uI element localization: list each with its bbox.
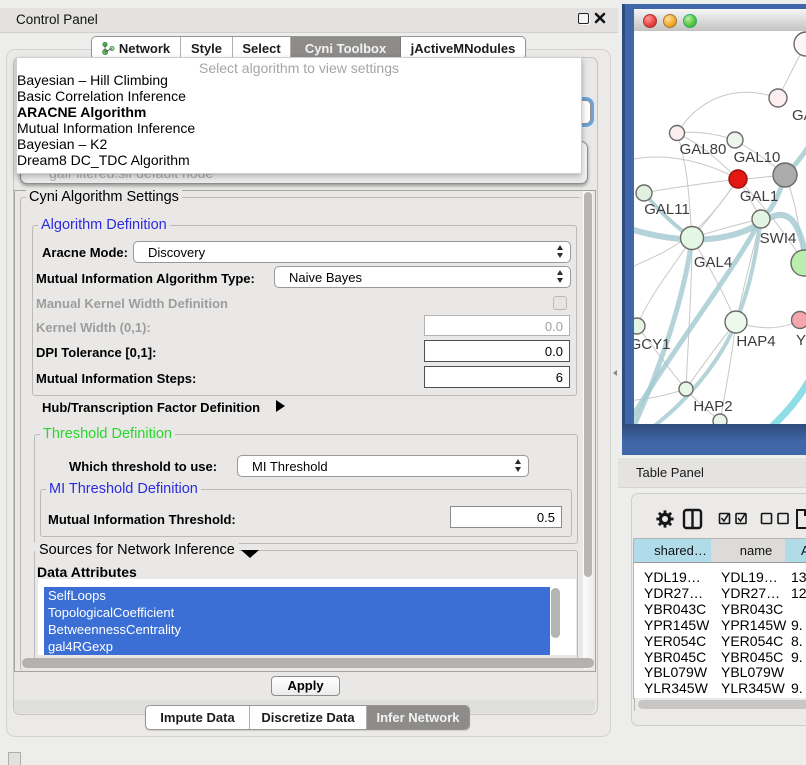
svg-text:GAL10: GAL10 [734,149,781,166]
svg-text:GAL4: GAL4 [694,254,732,271]
svg-text:GAL7: GAL7 [792,107,806,124]
svg-text:GCY1: GCY1 [634,336,670,353]
svg-text:GAL80: GAL80 [680,141,727,158]
svg-text:GAL11: GAL11 [644,201,690,218]
svg-text:SWI4: SWI4 [760,230,797,247]
svg-text:GAL1: GAL1 [740,188,778,205]
svg-text:HAP2: HAP2 [693,398,732,415]
svg-text:Y: Y [796,332,806,349]
svg-text:HAP4: HAP4 [736,333,775,350]
